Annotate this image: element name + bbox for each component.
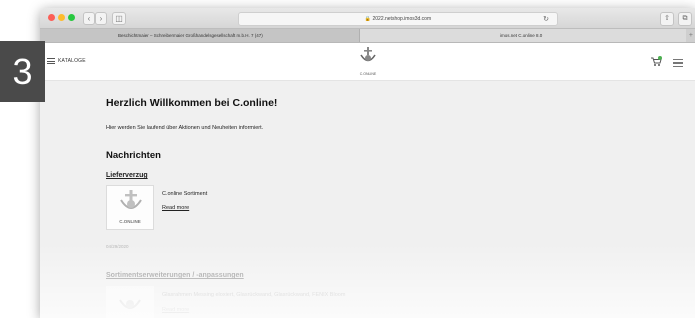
tab-conline[interactable]: imos.net C.online 8.0 [360, 29, 686, 42]
news-item-date: 04/29/2020 [106, 244, 129, 249]
browser-window: ‹ › ◫ 🔒 2022.netshop.imos3d.com ↻ ⇧ ⧉ Be… [40, 8, 695, 318]
conline-logo-icon [360, 47, 376, 62]
read-more-link[interactable]: Read more [162, 307, 189, 313]
news-item-title[interactable]: Lieferverzug [106, 172, 148, 179]
new-tab-icon[interactable]: + [689, 29, 693, 42]
news-item-thumbnail[interactable]: C.ONLINE [106, 185, 154, 230]
cart-icon [651, 56, 662, 66]
menu-icon[interactable] [673, 57, 683, 69]
tabs-icon[interactable]: ⧉ [678, 12, 692, 26]
browser-toolbar: ‹ › ◫ 🔒 2022.netshop.imos3d.com ↻ ⇧ ⧉ [40, 8, 695, 29]
step-number: 3 [0, 41, 45, 102]
minimize-window-button[interactable] [58, 14, 65, 21]
conline-logo-icon [119, 299, 141, 309]
catalog-label: KATALOGE [58, 58, 86, 65]
reload-icon[interactable]: ↻ [543, 14, 549, 26]
sidebar-icon[interactable]: ◫ [112, 12, 126, 25]
news-item-title[interactable]: Sortimentserweiterungen / -anpassungen [106, 272, 244, 279]
logo-text: C.ONLINE [359, 72, 377, 76]
read-more-link[interactable]: Read more [162, 205, 189, 211]
url-text: 2022.netshop.imos3d.com [372, 16, 432, 22]
news-item-thumbnail[interactable] [106, 286, 154, 318]
news-heading: Nachrichten [106, 150, 161, 161]
intro-text: Hier werden Sie laufend über Aktionen un… [106, 125, 264, 131]
close-window-button[interactable] [48, 14, 55, 21]
site-logo[interactable]: C.ONLINE [356, 46, 380, 76]
back-icon[interactable]: ‹ [83, 12, 95, 25]
tab-bar: Beschichtmaier – Schreibermaier Großhand… [40, 29, 695, 43]
tab-beschichtmaier[interactable]: Beschichtmaier – Schreibermaier Großhand… [40, 29, 360, 42]
share-icon[interactable]: ⇧ [660, 12, 674, 26]
thumbnail-label: C.ONLINE [119, 219, 141, 224]
welcome-title: Herzlich Willkommen bei C.online! [106, 97, 278, 109]
address-bar[interactable]: 🔒 2022.netshop.imos3d.com ↻ [238, 12, 558, 26]
forward-icon[interactable]: › [95, 12, 107, 25]
news-item-text: C.online Sortiment [162, 191, 208, 197]
site-header: KATALOGE C.ONLINE [40, 43, 695, 81]
news-item-text: Glasrahmen Messing eloxiert, Glasrückwan… [162, 292, 346, 298]
web-page: KATALOGE C.ONLINE Herzlich Willkommen be… [40, 43, 695, 318]
fullscreen-window-button[interactable] [68, 14, 75, 21]
conline-logo-icon [120, 190, 142, 209]
catalog-list-icon [47, 57, 55, 66]
cart-button[interactable] [650, 54, 662, 72]
lock-icon: 🔒 [364, 16, 372, 22]
catalog-menu-button[interactable]: KATALOGE [47, 57, 86, 66]
